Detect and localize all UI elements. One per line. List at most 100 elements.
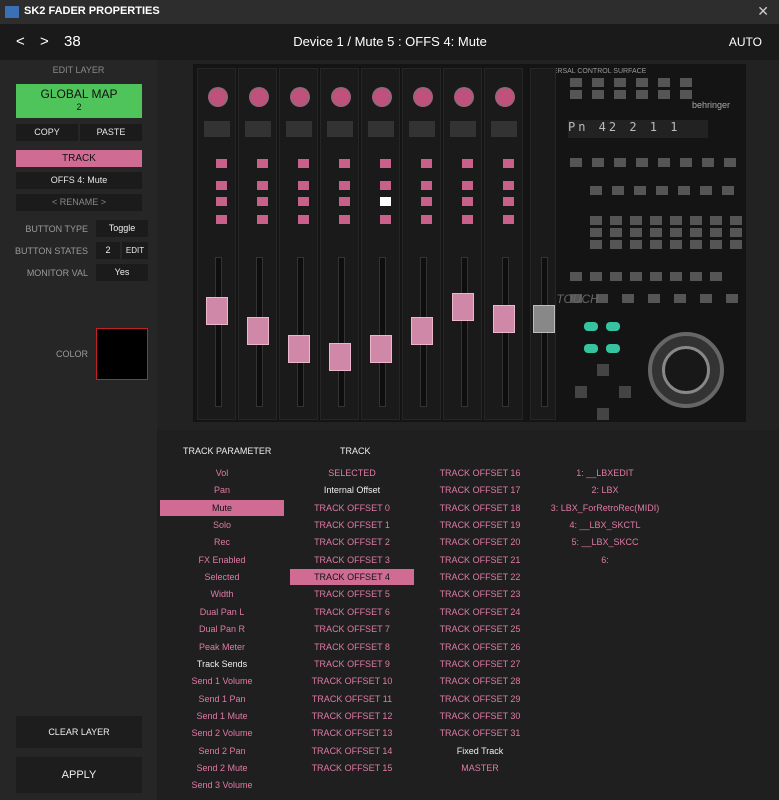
track-offset-item[interactable]: TRACK OFFSET 17 [418,482,542,498]
select-button[interactable] [257,215,268,224]
parameter-item[interactable]: Vol [160,465,284,481]
transport-button[interactable] [630,272,642,281]
parameter-item[interactable]: FX Enabled [160,552,284,568]
rotary-knob[interactable] [495,87,515,107]
encoder-assign-button[interactable] [614,78,626,87]
modify-automation-button[interactable] [630,216,642,225]
parameter-item[interactable]: Send 1 Volume [160,673,284,689]
parameter-item[interactable]: Pan [160,482,284,498]
device-item[interactable]: 1: __LBXEDIT [530,465,680,481]
apply-button[interactable]: APPLY [16,757,142,793]
modify-automation-button[interactable] [690,228,702,237]
select-button[interactable] [339,215,350,224]
parameter-item[interactable]: Peak Meter [160,639,284,655]
rotary-knob[interactable] [208,87,228,107]
select-button[interactable] [216,215,227,224]
track-button[interactable]: TRACK [16,150,142,167]
track-offset-item[interactable]: TRACK OFFSET 22 [418,569,542,585]
modify-automation-button[interactable] [590,228,602,237]
parameter-item[interactable]: Mute [160,499,284,516]
rotary-knob[interactable] [249,87,269,107]
function-button[interactable] [590,186,602,195]
channel-right-button[interactable] [606,344,620,353]
encoder-assign-button[interactable] [592,90,604,99]
track-offset-item[interactable]: TRACK OFFSET 21 [418,552,542,568]
select-button[interactable] [503,215,514,224]
track-offset-item[interactable]: TRACK OFFSET 23 [418,586,542,602]
global-map-button[interactable]: GLOBAL MAP 2 [16,84,142,118]
rotary-knob[interactable] [331,87,351,107]
rec-button[interactable] [380,159,391,168]
solo-button[interactable] [298,181,309,190]
fader-cap[interactable] [411,317,433,345]
modify-automation-button[interactable] [730,240,742,249]
modify-automation-button[interactable] [630,240,642,249]
color-swatch[interactable] [96,328,148,380]
device-item[interactable]: 4: __LBX_SKCTL [530,517,680,533]
parameter-item[interactable]: Send 2 Pan [160,743,284,759]
monitor-val-select[interactable]: Yes [96,264,148,281]
view-button[interactable] [680,158,692,167]
parameter-item[interactable]: Solo [160,517,284,533]
function-button[interactable] [634,186,646,195]
modify-automation-button[interactable] [710,240,722,249]
fader-cap[interactable] [206,297,228,325]
rec-button[interactable] [462,159,473,168]
modify-automation-button[interactable] [590,240,602,249]
parameter-item[interactable]: Send 2 Mute [160,760,284,776]
function-button[interactable] [700,186,712,195]
track-offset-item[interactable]: TRACK OFFSET 31 [418,725,542,741]
select-button[interactable] [462,215,473,224]
transport-control-button[interactable] [674,294,686,303]
encoder-assign-button[interactable] [658,78,670,87]
encoder-assign-button[interactable] [658,90,670,99]
function-button[interactable] [612,186,624,195]
parameter-item[interactable]: Track Sends [160,656,284,672]
track-offset-item[interactable]: TRACK OFFSET 3 [290,552,414,568]
track-offset-item[interactable]: TRACK OFFSET 12 [290,708,414,724]
track-offset-item[interactable]: TRACK OFFSET 7 [290,621,414,637]
solo-button[interactable] [462,181,473,190]
parameter-item[interactable]: Send 3 Volume [160,777,284,793]
right-arrow-icon[interactable] [619,386,631,398]
auto-button[interactable]: AUTO [729,35,762,49]
view-button[interactable] [702,158,714,167]
modify-automation-button[interactable] [670,240,682,249]
fader-cap[interactable] [452,293,474,321]
master-fader-cap[interactable] [533,305,555,333]
transport-button[interactable] [670,272,682,281]
track-offset-item[interactable]: TRACK OFFSET 2 [290,534,414,550]
modify-automation-button[interactable] [630,228,642,237]
transport-control-button[interactable] [726,294,738,303]
track-offset-item[interactable]: Fixed Track [418,743,542,759]
transport-button[interactable] [570,272,582,281]
mute-button[interactable] [462,197,473,206]
encoder-assign-button[interactable] [636,90,648,99]
rename-button[interactable]: < RENAME > [16,194,142,211]
view-button[interactable] [592,158,604,167]
modify-automation-button[interactable] [730,228,742,237]
transport-control-button[interactable] [648,294,660,303]
track-offset-item[interactable]: TRACK OFFSET 4 [290,569,414,586]
rotary-knob[interactable] [372,87,392,107]
clear-layer-button[interactable]: CLEAR LAYER [16,716,142,748]
modify-automation-button[interactable] [710,228,722,237]
close-icon[interactable]: ✕ [757,3,769,20]
function-button[interactable] [722,186,734,195]
function-button[interactable] [656,186,668,195]
solo-button[interactable] [257,181,268,190]
device-item[interactable]: 5: __LBX_SKCC [530,534,680,550]
rotary-knob[interactable] [413,87,433,107]
solo-button[interactable] [339,181,350,190]
fader-cap[interactable] [493,305,515,333]
channel-left-button[interactable] [584,344,598,353]
next-button[interactable]: > [40,33,49,50]
offset-name-field[interactable]: OFFS 4: Mute [16,172,142,189]
modify-automation-button[interactable] [590,216,602,225]
modify-automation-button[interactable] [610,240,622,249]
rec-button[interactable] [257,159,268,168]
solo-button[interactable] [503,181,514,190]
rec-button[interactable] [216,159,227,168]
transport-button[interactable] [590,272,602,281]
device-item[interactable]: 6: [530,552,680,568]
